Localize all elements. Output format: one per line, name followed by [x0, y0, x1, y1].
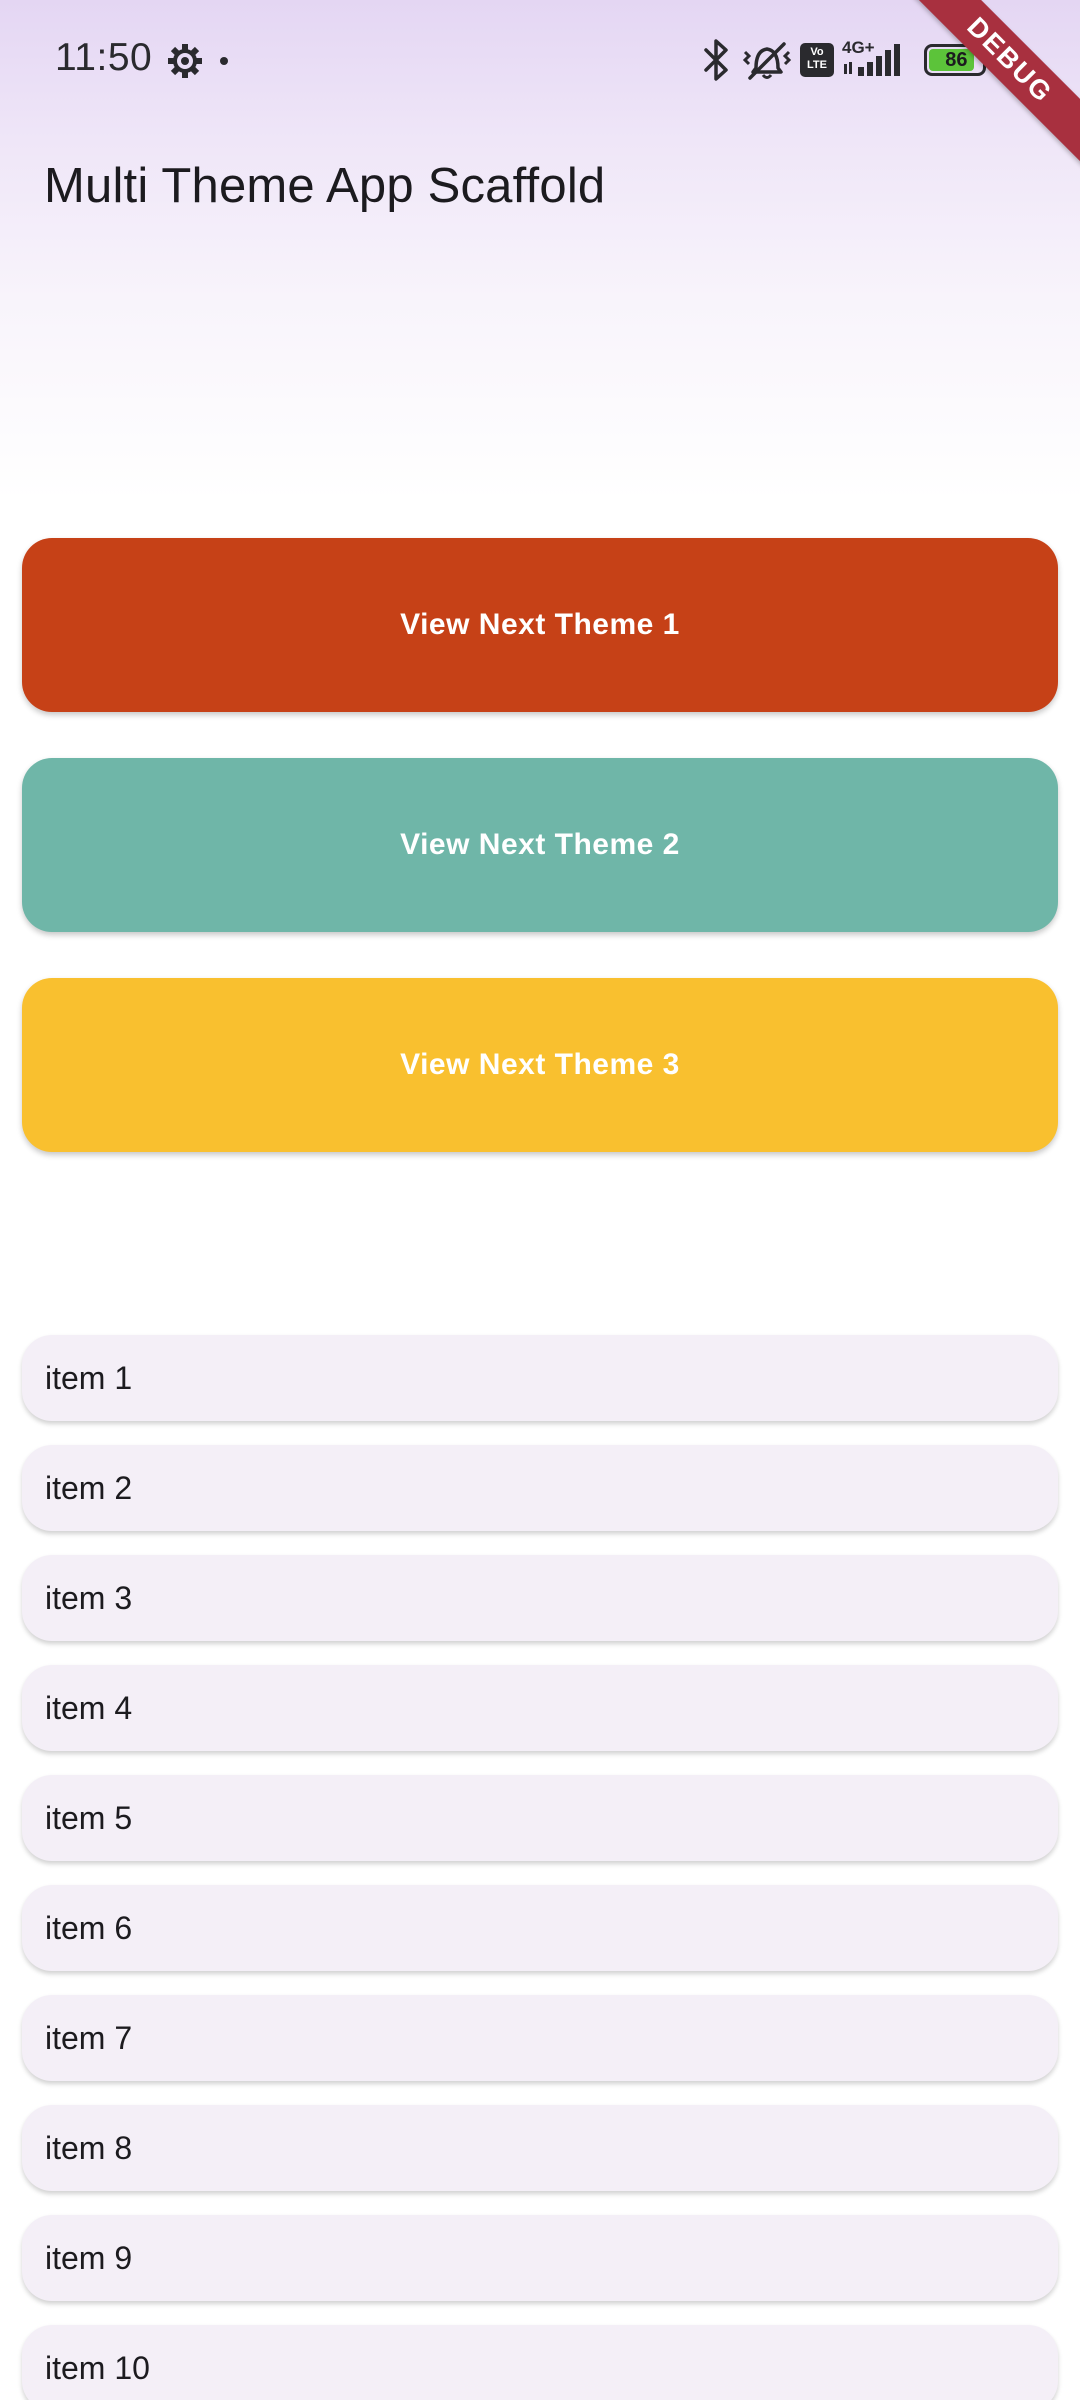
- list-item[interactable]: item 7: [22, 1995, 1058, 2081]
- list-item-label: item 7: [45, 2019, 133, 2056]
- list-item-label: item 6: [45, 1909, 133, 1946]
- signal-icon: [844, 44, 900, 76]
- view-next-theme-2-button[interactable]: View Next Theme 2: [22, 758, 1058, 932]
- notification-dot-icon: [220, 57, 228, 65]
- page-title: Multi Theme App Scaffold: [44, 159, 606, 213]
- list-item[interactable]: item 1: [22, 1335, 1058, 1421]
- list-item-label: item 5: [45, 1799, 133, 1836]
- list-item[interactable]: item 4: [22, 1665, 1058, 1751]
- list-item-label: item 2: [45, 1469, 133, 1506]
- list-item-label: item 4: [45, 1689, 133, 1726]
- app-screen: 11:50 Vo LTE 4G+ 86 DEBUG Multi Theme Ap…: [0, 0, 1080, 2400]
- list-item[interactable]: item 5: [22, 1775, 1058, 1861]
- list-item-label: item 8: [45, 2129, 133, 2166]
- bluetooth-icon: [704, 39, 728, 81]
- status-time: 11:50: [55, 36, 153, 79]
- battery-level: 86: [945, 48, 968, 71]
- list-item-label: item 9: [45, 2239, 133, 2276]
- view-next-theme-3-button[interactable]: View Next Theme 3: [22, 978, 1058, 1152]
- volte-label: Vo LTE: [807, 46, 827, 71]
- list-item[interactable]: item 10: [22, 2325, 1058, 2400]
- list-item[interactable]: item 3: [22, 1555, 1058, 1641]
- list-item-label: item 3: [45, 1579, 133, 1616]
- status-bar: 11:50 Vo LTE 4G+ 86: [0, 0, 1080, 120]
- vibrate-off-icon: [742, 42, 792, 80]
- list-item[interactable]: item 8: [22, 2105, 1058, 2191]
- list-item-label: item 1: [45, 1359, 133, 1396]
- view-next-theme-1-button[interactable]: View Next Theme 1: [22, 538, 1058, 712]
- battery-fill: 86: [929, 49, 974, 71]
- list-item-label: item 10: [45, 2349, 150, 2386]
- volte-icon: Vo LTE: [800, 43, 834, 77]
- list-item[interactable]: item 6: [22, 1885, 1058, 1971]
- settings-gear-icon: [168, 44, 202, 78]
- list-item[interactable]: item 9: [22, 2215, 1058, 2301]
- list-item[interactable]: item 2: [22, 1445, 1058, 1531]
